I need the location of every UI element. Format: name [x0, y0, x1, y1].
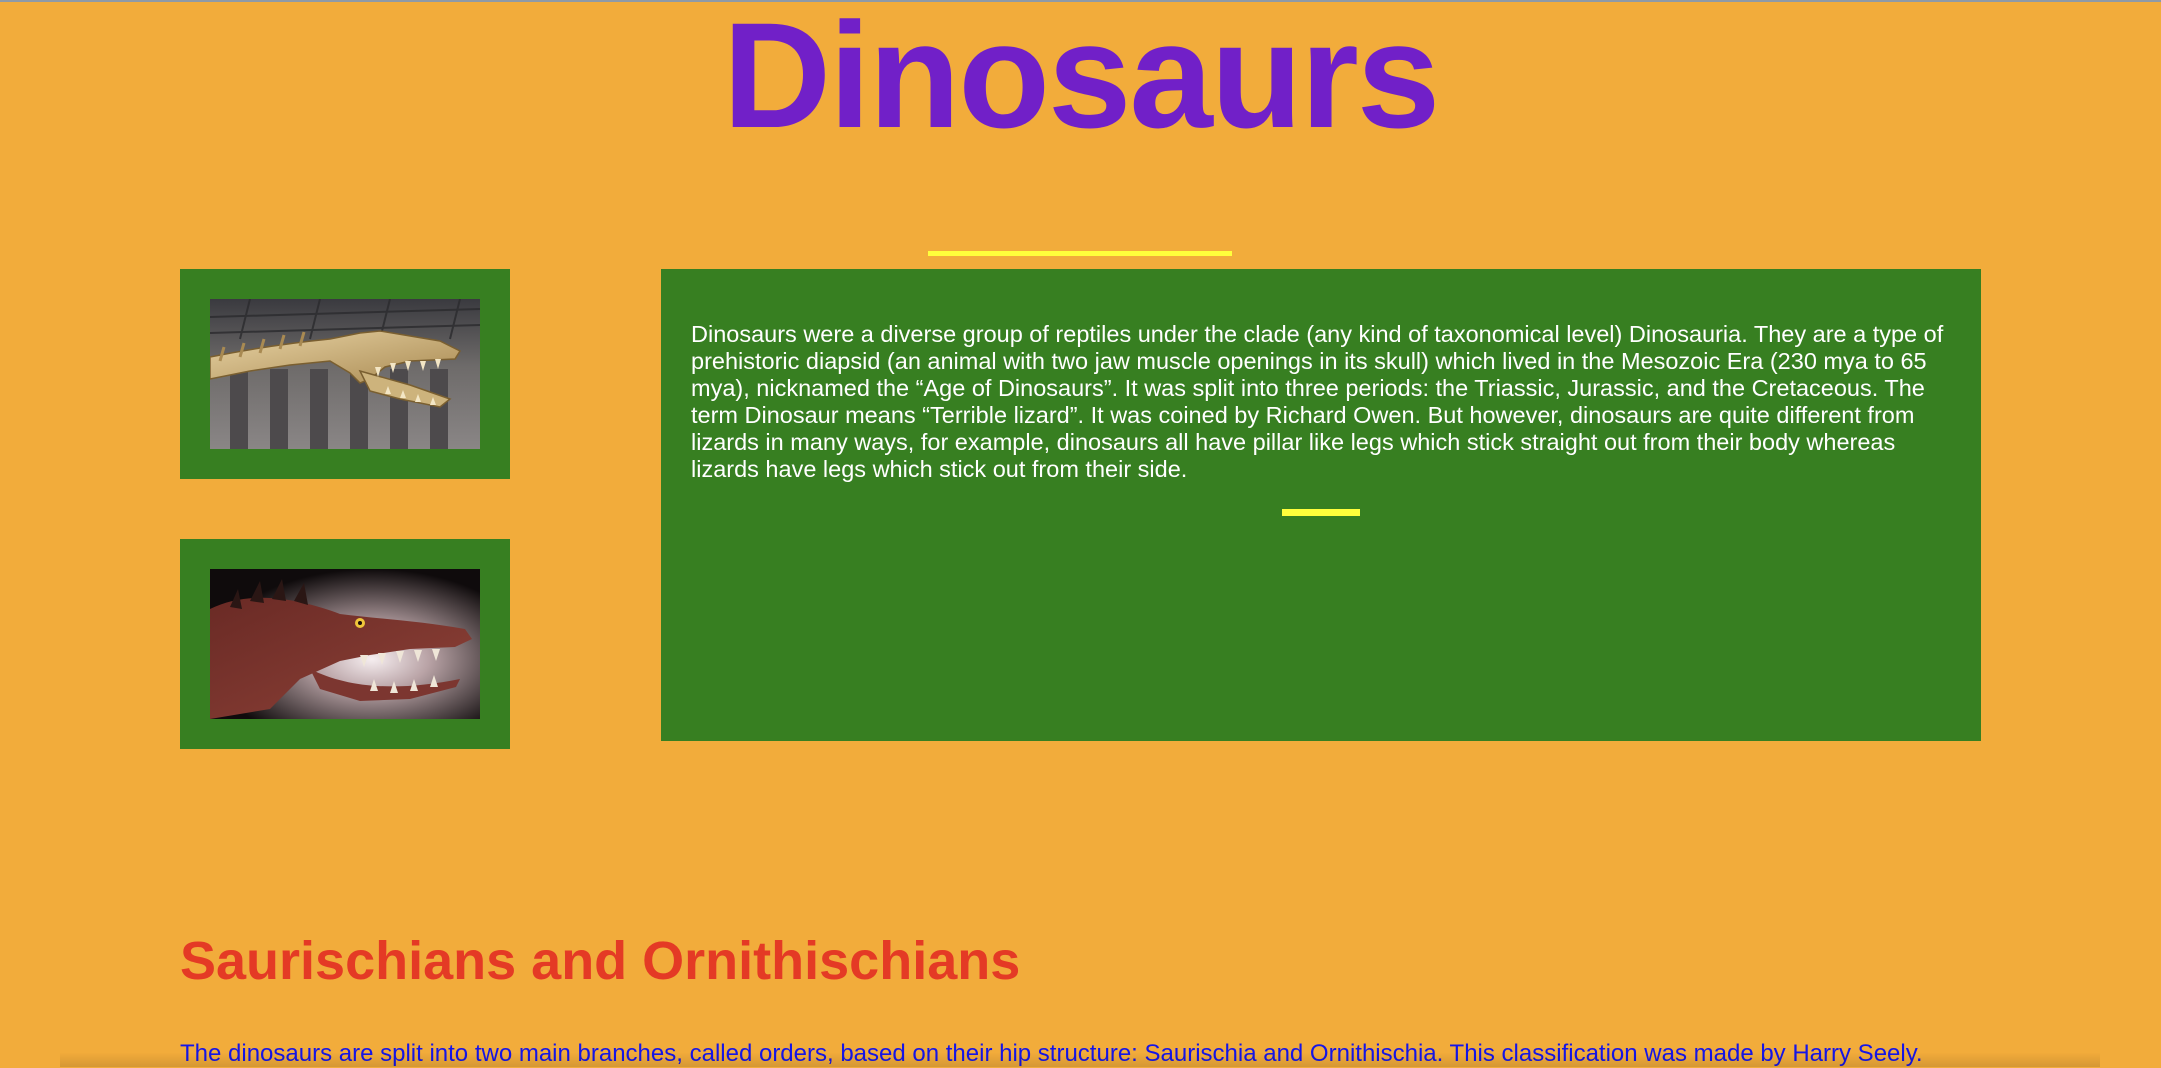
title-underline: [928, 251, 1232, 256]
intro-divider: [1282, 509, 1360, 516]
intro-panel: Dinosaurs were a diverse group of reptil…: [661, 269, 1981, 741]
dinosaur-skeleton-photo: [210, 299, 480, 449]
skeleton-image-frame: [180, 269, 510, 479]
dinosaur-head-illustration: [210, 569, 480, 719]
section-heading: Saurischians and Ornithischians: [180, 931, 1021, 991]
section-paragraph: The dinosaurs are split into two main br…: [180, 1040, 1923, 1067]
intro-paragraph: Dinosaurs were a diverse group of reptil…: [691, 321, 1944, 482]
dinosaur-head-image-frame: [180, 539, 510, 749]
page-title: Dinosaurs: [722, 0, 1441, 159]
